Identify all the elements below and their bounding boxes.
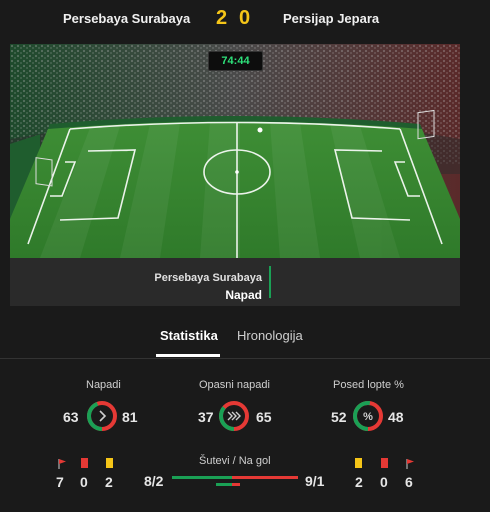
tab-statistics[interactable]: Statistika (160, 328, 218, 343)
match-header: Persebaya Surabaya 2 0 Persijap Jepara (0, 0, 490, 42)
attacks-ring (87, 401, 117, 431)
home-red-cards-value: 0 (80, 474, 88, 490)
possession-ring: % (353, 401, 383, 431)
event-type-label: Napad (225, 288, 262, 302)
event-team-name: Persebaya Surabaya (154, 272, 262, 284)
corner-flag-icon (406, 459, 414, 469)
shots-label: Šutevi / Na gol (199, 455, 271, 467)
yellow-card-icon (106, 458, 113, 468)
match-tracker: 74:44 Persebaya Surabaya Napad (10, 44, 460, 306)
red-card-icon (381, 458, 388, 468)
percent-icon: % (363, 411, 373, 423)
possession-label: Posed lopte % (333, 379, 404, 391)
possession-away-value: 48 (388, 409, 404, 425)
possession-home-value: 52 (331, 409, 347, 425)
shots-away-value: 9/1 (305, 473, 325, 489)
shots-comparison-bar (172, 476, 298, 486)
attacks-label: Napadi (86, 379, 121, 391)
tab-timeline[interactable]: Hronologija (237, 328, 303, 343)
red-card-icon (81, 458, 88, 468)
attacks-away-value: 81 (122, 409, 138, 425)
attacks-home-value: 63 (63, 409, 79, 425)
triple-chevron-icon (227, 411, 241, 421)
away-yellow-cards-value: 2 (355, 474, 363, 490)
tab-bar: Statistika Hronologija (0, 318, 490, 359)
dangerous-attacks-away-value: 65 (256, 409, 272, 425)
event-panel: Persebaya Surabaya Napad (10, 258, 460, 306)
home-score: 2 (216, 7, 228, 29)
dangerous-attacks-label: Opasni napadi (199, 379, 270, 391)
active-tab-indicator (156, 354, 220, 357)
away-red-cards-value: 0 (380, 474, 388, 490)
home-yellow-cards-value: 2 (105, 474, 113, 490)
chevron-right-icon (99, 410, 107, 422)
away-team-name: Persijap Jepara (283, 11, 380, 26)
shots-home-value: 8/2 (144, 473, 164, 489)
event-team-color-bar (269, 266, 271, 298)
home-team-name: Persebaya Surabaya (63, 11, 191, 26)
away-corners-value: 6 (405, 474, 413, 490)
match-clock: 74:44 (208, 51, 263, 71)
away-score: 0 (239, 7, 251, 29)
home-corners-value: 7 (56, 474, 64, 490)
corner-flag-icon (58, 459, 66, 469)
dangerous-attacks-home-value: 37 (198, 409, 214, 425)
yellow-card-icon (355, 458, 362, 468)
dangerous-attacks-ring (219, 401, 249, 431)
